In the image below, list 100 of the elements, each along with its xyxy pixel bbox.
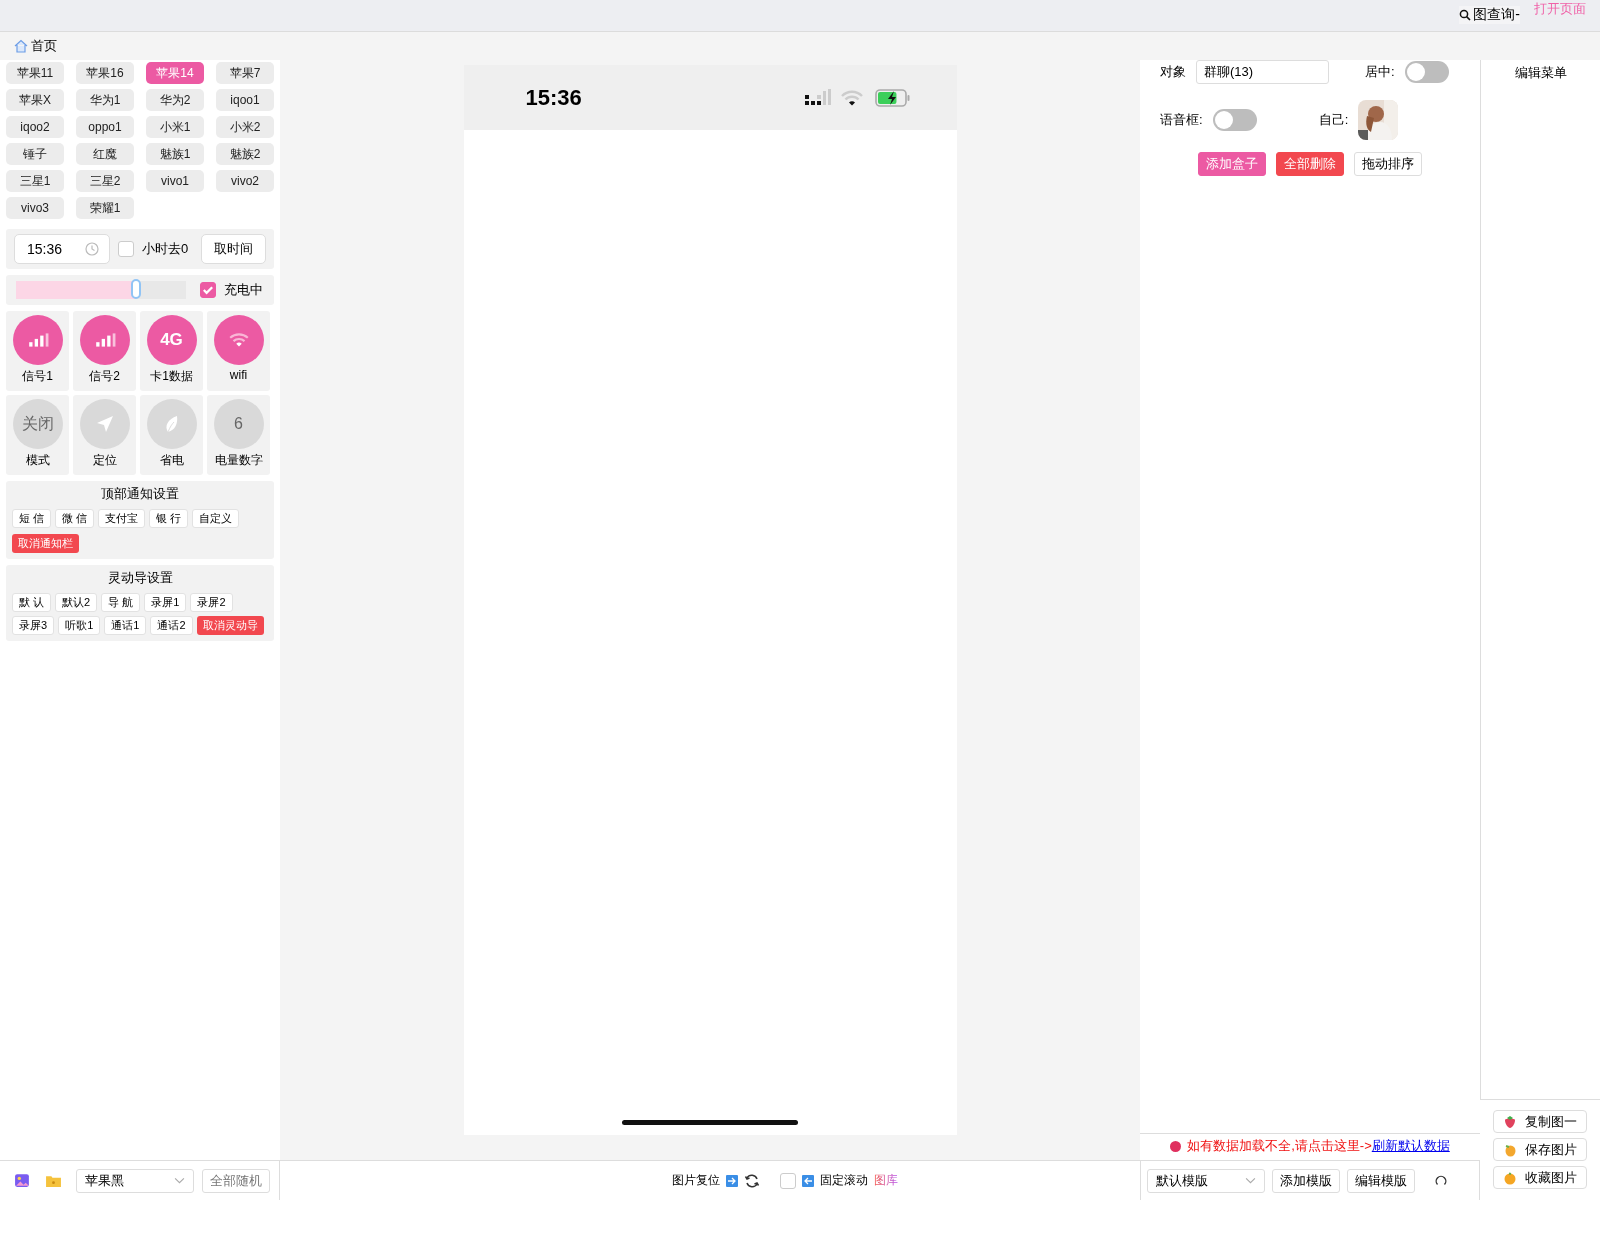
status-label: 省电 xyxy=(159,452,184,469)
status-tile[interactable]: 省电 xyxy=(140,395,203,475)
phone-model-button[interactable]: 三星2 xyxy=(76,170,134,192)
option-button[interactable]: 导 航 xyxy=(101,593,141,612)
status-dot-icon xyxy=(1170,1140,1182,1152)
time-field[interactable]: 15:36 xyxy=(14,234,110,264)
phone-model-button[interactable]: 华为2 xyxy=(146,89,204,111)
menu-action-button[interactable]: 复制图一 xyxy=(1493,1110,1587,1133)
status-label: 模式 xyxy=(25,452,50,469)
chevron-down-icon xyxy=(1245,1177,1256,1184)
status-tile[interactable]: wifi xyxy=(207,311,270,391)
arrow-right-icon[interactable] xyxy=(726,1174,738,1187)
randomize-button[interactable]: 全部随机 xyxy=(202,1168,270,1193)
voice-label: 语音框: xyxy=(1160,111,1203,129)
phone-model-button[interactable]: vivo1 xyxy=(146,170,204,192)
phone-model-button[interactable]: 三星1 xyxy=(6,170,64,192)
phone-model-button[interactable]: 苹果7 xyxy=(216,62,274,84)
option-button[interactable]: 录屏3 xyxy=(12,616,55,635)
section-title: 顶部通知设置 xyxy=(100,485,180,503)
phone-model-button[interactable]: 锤子 xyxy=(6,143,64,165)
action-button[interactable]: 全部删除 xyxy=(1276,152,1344,176)
battery-slider[interactable] xyxy=(16,281,186,299)
reset-image-label: 图片复位 xyxy=(672,1172,720,1189)
option-button[interactable]: 录屏2 xyxy=(190,593,233,612)
option-button[interactable]: 通话2 xyxy=(150,616,193,635)
toggle-switch[interactable] xyxy=(1404,61,1449,83)
action-button[interactable]: 拖动排序 xyxy=(1354,152,1422,176)
notice-text: 如有数据加载不全,请点击这里-> xyxy=(1187,1137,1372,1155)
home-icon xyxy=(14,39,28,53)
refresh-data-link[interactable]: 刷新默认数据 xyxy=(1371,1137,1450,1155)
option-button[interactable]: 自定义 xyxy=(192,509,240,528)
status-value: 4G xyxy=(160,330,183,350)
phone-model-button[interactable]: 小米2 xyxy=(216,116,274,138)
image-icon[interactable] xyxy=(14,1172,31,1189)
status-label: 信号2 xyxy=(89,368,120,385)
phone-model-button[interactable]: 华为1 xyxy=(76,89,134,111)
option-button[interactable]: 默 认 xyxy=(12,593,52,612)
battery-charging-icon xyxy=(874,88,911,107)
status-tile[interactable]: 定位 xyxy=(73,395,136,475)
chevron-down-icon xyxy=(174,1177,185,1184)
search-link[interactable]: 图查询- xyxy=(1459,6,1520,24)
option-button[interactable]: 支付宝 xyxy=(98,509,146,528)
option-button[interactable]: 默认2 xyxy=(55,593,98,612)
option-button[interactable]: 微 信 xyxy=(55,509,95,528)
theme-select[interactable]: 苹果黑 xyxy=(76,1168,194,1193)
status-toggle[interactable]: 关闭 xyxy=(12,399,63,449)
option-button[interactable]: 听歌1 xyxy=(58,616,101,635)
get-time-button[interactable]: 取时间 xyxy=(201,234,266,264)
option-button[interactable]: 录屏1 xyxy=(144,593,187,612)
fixed-scroll-label: 固定滚动 xyxy=(820,1172,868,1189)
phone-model-button[interactable]: vivo3 xyxy=(6,197,64,219)
status-toggle[interactable] xyxy=(213,315,264,365)
cancel-button[interactable]: 取消灵动导 xyxy=(196,616,264,635)
status-tile[interactable]: 关闭 模式 xyxy=(6,395,69,475)
phone-model-button[interactable]: 魅族1 xyxy=(146,143,204,165)
checkbox[interactable] xyxy=(118,241,134,257)
status-toggle[interactable] xyxy=(79,315,130,365)
option-button[interactable]: 通话1 xyxy=(104,616,147,635)
phone-model-button[interactable]: vivo2 xyxy=(216,170,274,192)
checkbox[interactable] xyxy=(780,1172,796,1189)
signal-icon xyxy=(804,88,831,107)
status-tile[interactable]: 信号1 xyxy=(6,311,69,391)
status-toggle[interactable] xyxy=(146,399,197,449)
status-tile[interactable]: 信号2 xyxy=(73,311,136,391)
phone-model-button[interactable]: 魅族2 xyxy=(216,143,274,165)
menu-action-button[interactable]: 收藏图片 xyxy=(1493,1166,1587,1189)
phone-model-button[interactable]: 苹果11 xyxy=(6,62,64,84)
cancel-button[interactable]: 取消通知栏 xyxy=(12,534,79,553)
status-tile[interactable]: 6 电量数字 xyxy=(207,395,270,475)
home-tab[interactable]: 首页 xyxy=(14,37,57,55)
checkbox[interactable] xyxy=(200,282,216,298)
edit-template-button[interactable]: 编辑模版 xyxy=(1347,1168,1415,1193)
phone-model-button[interactable]: 小米1 xyxy=(146,116,204,138)
phone-model-button[interactable]: iqoo2 xyxy=(6,116,64,138)
phone-model-button[interactable]: oppo1 xyxy=(76,116,134,138)
add-template-button[interactable]: 添加模版 xyxy=(1272,1168,1340,1193)
option-button[interactable]: 短 信 xyxy=(12,509,52,528)
status-toggle[interactable]: 6 xyxy=(213,399,264,449)
strawberry-icon xyxy=(1503,1114,1517,1129)
status-tile[interactable]: 4G 卡1数据 xyxy=(140,311,203,391)
status-toggle[interactable] xyxy=(12,315,63,365)
menu-action-button[interactable]: 保存图片 xyxy=(1493,1138,1587,1161)
phone-model-button[interactable]: 苹果16 xyxy=(76,62,134,84)
mango-icon xyxy=(1503,1142,1517,1157)
refresh-icon[interactable] xyxy=(744,1172,760,1189)
arrow-left-icon[interactable] xyxy=(802,1174,814,1187)
target-field[interactable]: 群聊(13) xyxy=(1196,60,1329,84)
status-label: 电量数字 xyxy=(214,452,263,469)
status-toggle[interactable] xyxy=(79,399,130,449)
phone-model-button[interactable]: 荣耀1 xyxy=(76,197,134,219)
status-label: 信号1 xyxy=(22,368,53,385)
status-label: 定位 xyxy=(92,452,117,469)
phone-model-button[interactable]: iqoo1 xyxy=(216,89,274,111)
toggle-switch[interactable] xyxy=(1212,109,1257,131)
menu-title: 编辑菜单 xyxy=(1513,64,1568,82)
phone-time: 15:36 xyxy=(525,84,582,111)
phone-model-button[interactable]: 苹果X xyxy=(6,89,64,111)
template-select[interactable]: 默认模版 xyxy=(1147,1168,1265,1193)
phone-model-button[interactable]: 红魔 xyxy=(76,143,134,165)
option-button[interactable]: 银 行 xyxy=(149,509,189,528)
